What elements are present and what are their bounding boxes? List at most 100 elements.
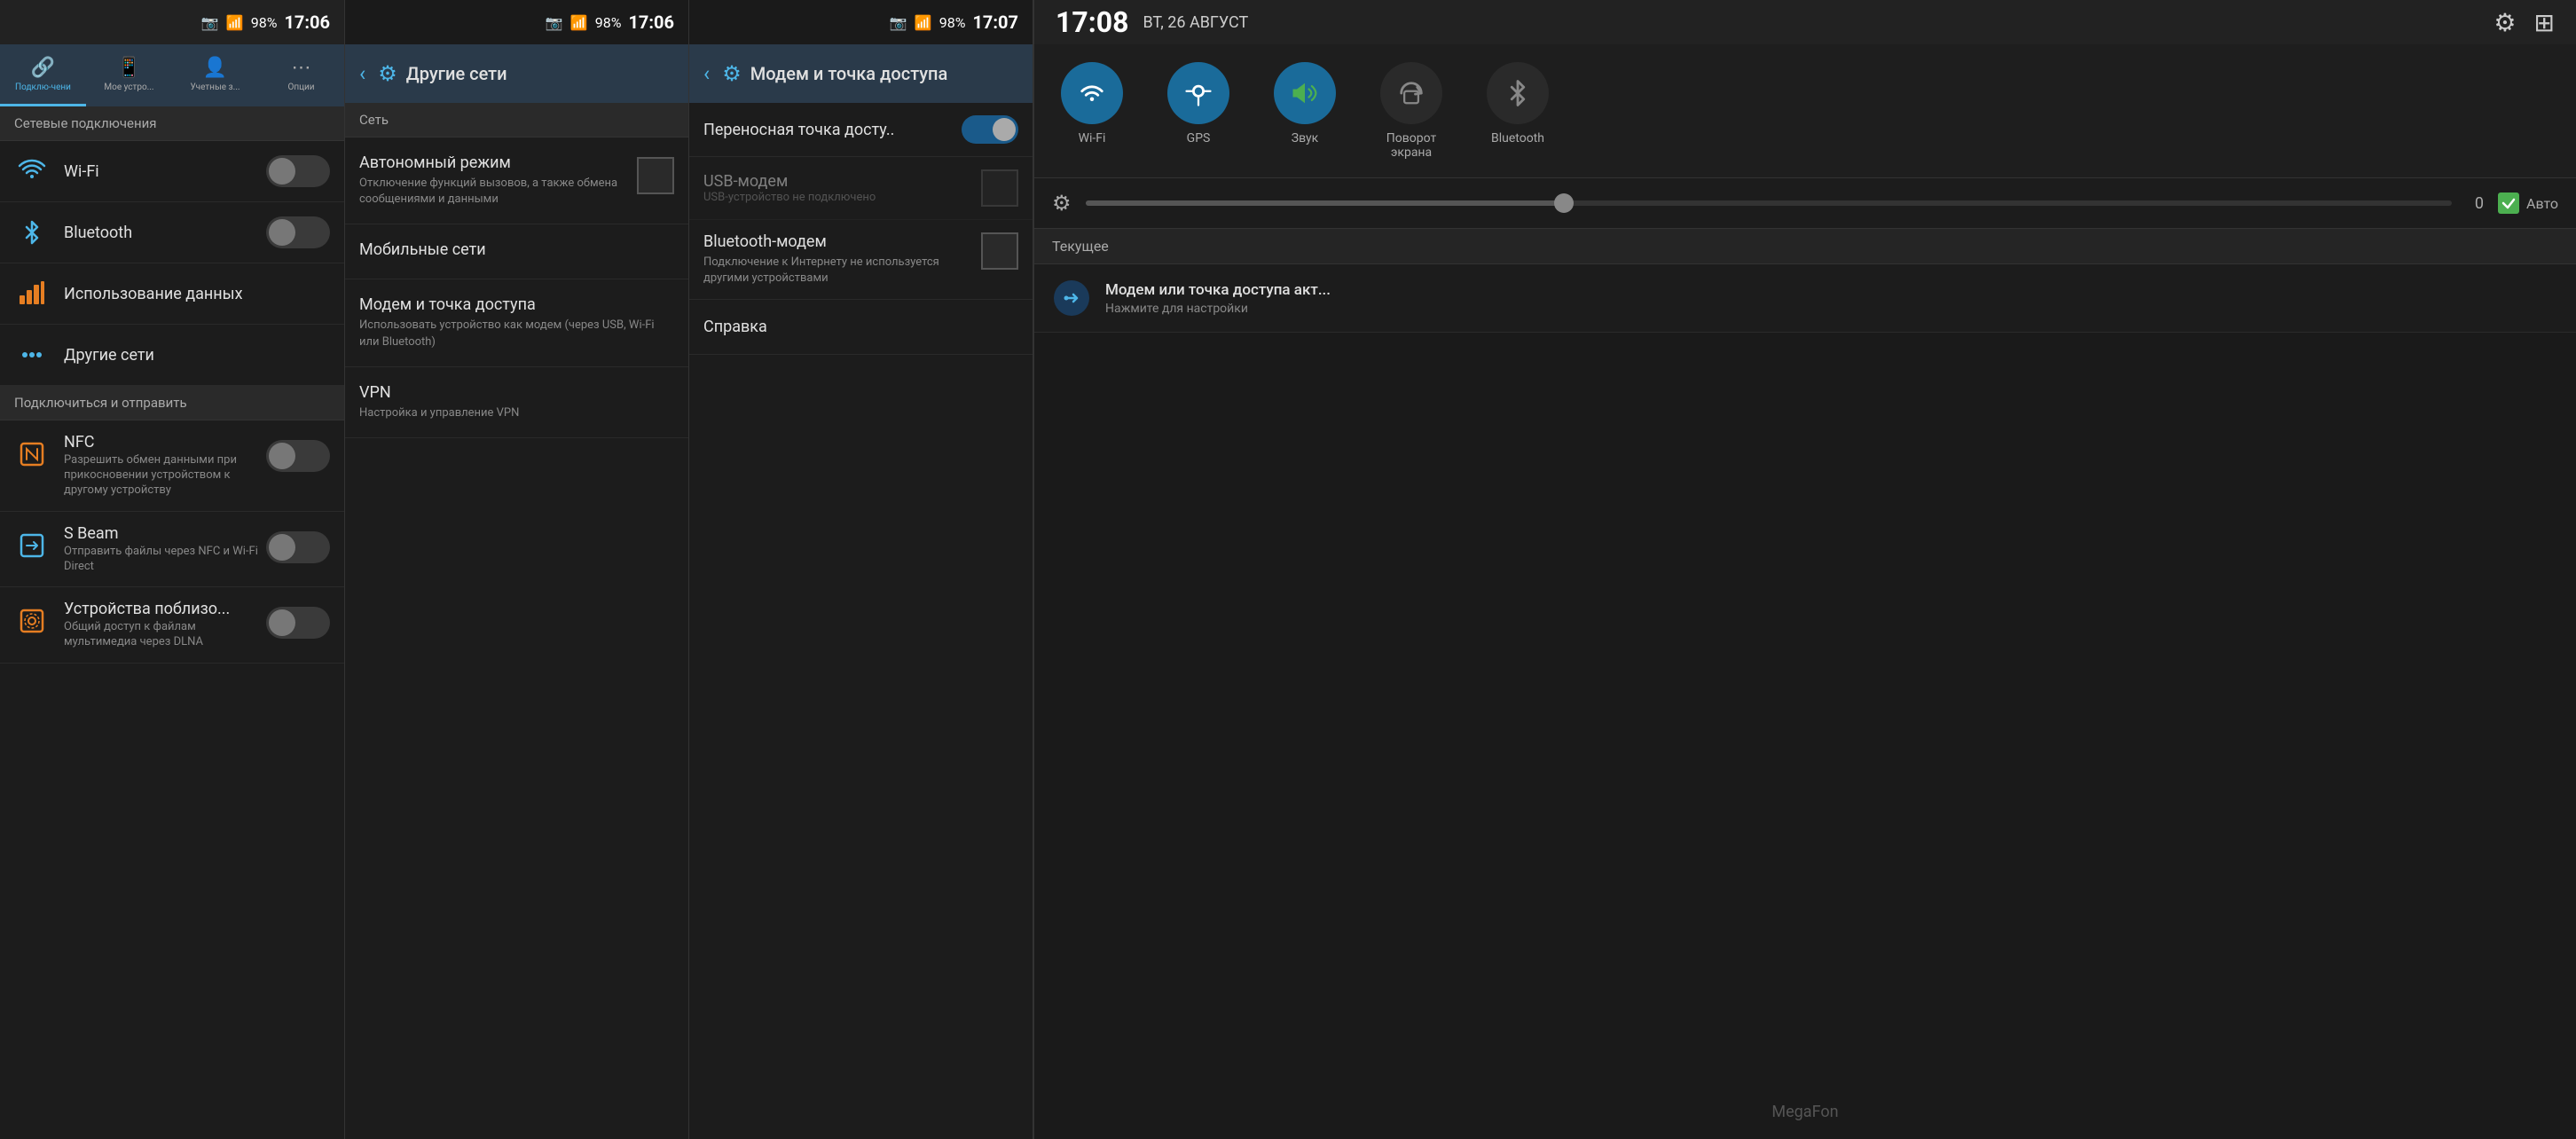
usb-title: USB-модем	[703, 172, 981, 191]
setting-data-usage[interactable]: Использование данных	[0, 263, 344, 325]
airplane-checkbox[interactable]	[637, 157, 674, 194]
bt-modem-title: Bluetooth-модем	[703, 232, 981, 251]
other-networks-icon	[14, 337, 50, 373]
menu-airplane[interactable]: Автономный режим Отключение функций вызо…	[345, 137, 688, 224]
qt-sound-label: Звук	[1292, 131, 1318, 145]
panel2-title: Другие сети	[406, 63, 507, 84]
connections-icon: 🔗	[31, 57, 55, 79]
panel3-back-button[interactable]: ‹	[703, 61, 710, 86]
status-bar-3: 📷 📶 98% 17:07	[689, 0, 1033, 44]
panel2-back-button[interactable]: ‹	[359, 61, 365, 86]
battery-3: 98%	[939, 14, 966, 31]
bluetooth-title: Bluetooth	[64, 224, 266, 242]
section-connect-header: Подключиться и отправить	[0, 386, 344, 420]
qt-bluetooth-label: Bluetooth	[1491, 131, 1544, 145]
time-2: 17:06	[628, 12, 674, 33]
wifi-title: Wi-Fi	[64, 162, 266, 181]
device-icon: 📱	[117, 57, 141, 79]
tab-bar-1: 🔗 Подклю-чени 📱 Мое устро... 👤 Учетные з…	[0, 44, 344, 106]
grid-button[interactable]: ⊞	[2534, 8, 2555, 37]
panel2-section-header: Сеть	[345, 103, 688, 137]
bt-modem-sub: Подключение к Интернету не используется …	[703, 255, 981, 287]
menu-mobile[interactable]: Мобильные сети	[345, 224, 688, 279]
bt-modem-row[interactable]: Bluetooth-модем Подключение к Интернету …	[689, 220, 1033, 300]
brightness-gear-icon[interactable]: ⚙	[1052, 191, 1072, 216]
nearby-toggle[interactable]	[266, 607, 330, 639]
setting-sbeam[interactable]: S Beam Отправить файлы через NFC и Wi-Fi…	[0, 512, 344, 588]
status-bar-4: 17:08 ВТ, 26 АВГУСТ ⚙ ⊞	[1034, 0, 2576, 44]
qt-bluetooth-icon	[1487, 62, 1549, 124]
hotspot-row[interactable]: Переносная точка досту..	[689, 103, 1033, 157]
camera-status-icon: 📷	[201, 14, 219, 31]
wifi-icon	[14, 153, 50, 189]
settings-gear-button[interactable]: ⚙	[2494, 8, 2516, 37]
setting-other-networks[interactable]: Другие сети	[0, 325, 344, 386]
camera-icon-2: 📷	[546, 14, 563, 31]
notif-title: Модем или точка доступа акт...	[1105, 281, 2558, 299]
tab-options[interactable]: ⋯ Опции	[258, 44, 344, 106]
notif-sub: Нажмите для настройки	[1105, 302, 2558, 316]
airplane-sub: Отключение функций вызовов, а также обме…	[359, 176, 637, 208]
panel3-header: ‹ ⚙ Модем и точка доступа	[689, 44, 1033, 103]
setting-nfc[interactable]: NFC Разрешить обмен данными при прикосно…	[0, 420, 344, 512]
brightness-row: ⚙ 0 Авто	[1034, 178, 2576, 229]
help-row[interactable]: Справка	[689, 300, 1033, 355]
vpn-sub: Настройка и управление VPN	[359, 405, 674, 421]
accounts-icon: 👤	[203, 57, 227, 79]
panel2-header: ‹ ⚙ Другие сети	[345, 44, 688, 103]
qt-gps[interactable]: GPS	[1167, 62, 1229, 160]
setting-bluetooth[interactable]: Bluetooth	[0, 202, 344, 263]
auto-checkbox-icon	[2498, 192, 2519, 214]
sbeam-icon	[14, 528, 50, 563]
other-networks-title: Другие сети	[64, 346, 330, 365]
tab-mydevice-label: Мое устро...	[104, 82, 153, 92]
help-title: Справка	[703, 318, 767, 336]
tab-accounts-label: Учетные з...	[191, 82, 240, 92]
menu-tethering[interactable]: Модем и точка доступа Использовать устро…	[345, 279, 688, 366]
auto-label: Авто	[2526, 195, 2558, 212]
tethering-title: Модем и точка доступа	[359, 295, 674, 314]
bt-modem-checkbox[interactable]	[981, 232, 1018, 270]
nearby-icon	[14, 603, 50, 639]
options-icon: ⋯	[292, 57, 311, 79]
menu-vpn[interactable]: VPN Настройка и управление VPN	[345, 367, 688, 438]
quick-toggles: Wi-Fi GPS Звук	[1034, 44, 2576, 178]
nfc-icon	[14, 436, 50, 472]
qt-sound[interactable]: Звук	[1274, 62, 1336, 160]
qt-rotate[interactable]: Поворот экрана	[1380, 62, 1442, 160]
qt-sound-icon	[1274, 62, 1336, 124]
bluetooth-icon	[14, 215, 50, 250]
setting-wifi[interactable]: Wi-Fi	[0, 141, 344, 202]
camera-icon-3: 📷	[890, 14, 907, 31]
qt-gps-label: GPS	[1187, 131, 1211, 145]
tab-accounts[interactable]: 👤 Учетные з...	[172, 44, 258, 106]
bluetooth-toggle[interactable]	[266, 216, 330, 248]
nfc-title: NFC	[64, 433, 266, 452]
brightness-knob	[1554, 193, 1574, 213]
wifi-toggle[interactable]	[266, 155, 330, 187]
brightness-slider[interactable]	[1086, 200, 2453, 206]
signal-icon-3: 📶	[915, 14, 932, 31]
qt-wifi[interactable]: Wi-Fi	[1061, 62, 1123, 160]
time-big: 17:08	[1056, 5, 1128, 39]
tab-options-label: Опции	[287, 82, 314, 92]
sbeam-title: S Beam	[64, 524, 266, 543]
tethering-sub: Использовать устройство как модем (через…	[359, 318, 674, 350]
qt-rotate-icon	[1380, 62, 1442, 124]
signal-icon-2: 📶	[570, 14, 588, 31]
notif-tethering[interactable]: Модем или точка доступа акт... Нажмите д…	[1034, 264, 2576, 333]
signal-icon: 📶	[226, 14, 244, 31]
hotspot-toggle[interactable]	[962, 115, 1018, 144]
sbeam-toggle[interactable]	[266, 531, 330, 563]
qt-wifi-icon	[1061, 62, 1123, 124]
tab-connections[interactable]: 🔗 Подклю-чени	[0, 44, 86, 106]
auto-brightness-check[interactable]: Авто	[2498, 192, 2558, 214]
qt-bluetooth[interactable]: Bluetooth	[1487, 62, 1549, 160]
setting-nearby[interactable]: Устройства поблизо... Общий доступ к фай…	[0, 587, 344, 664]
panel3-gear-icon: ⚙	[722, 61, 742, 86]
status-bar-1: 📷 📶 98% 17:06	[0, 0, 344, 44]
nfc-toggle[interactable]	[266, 440, 330, 472]
qt-wifi-label: Wi-Fi	[1079, 131, 1106, 145]
nearby-sub: Общий доступ к файлам мультимедиа через …	[64, 620, 266, 650]
tab-mydevice[interactable]: 📱 Мое устро...	[86, 44, 172, 106]
